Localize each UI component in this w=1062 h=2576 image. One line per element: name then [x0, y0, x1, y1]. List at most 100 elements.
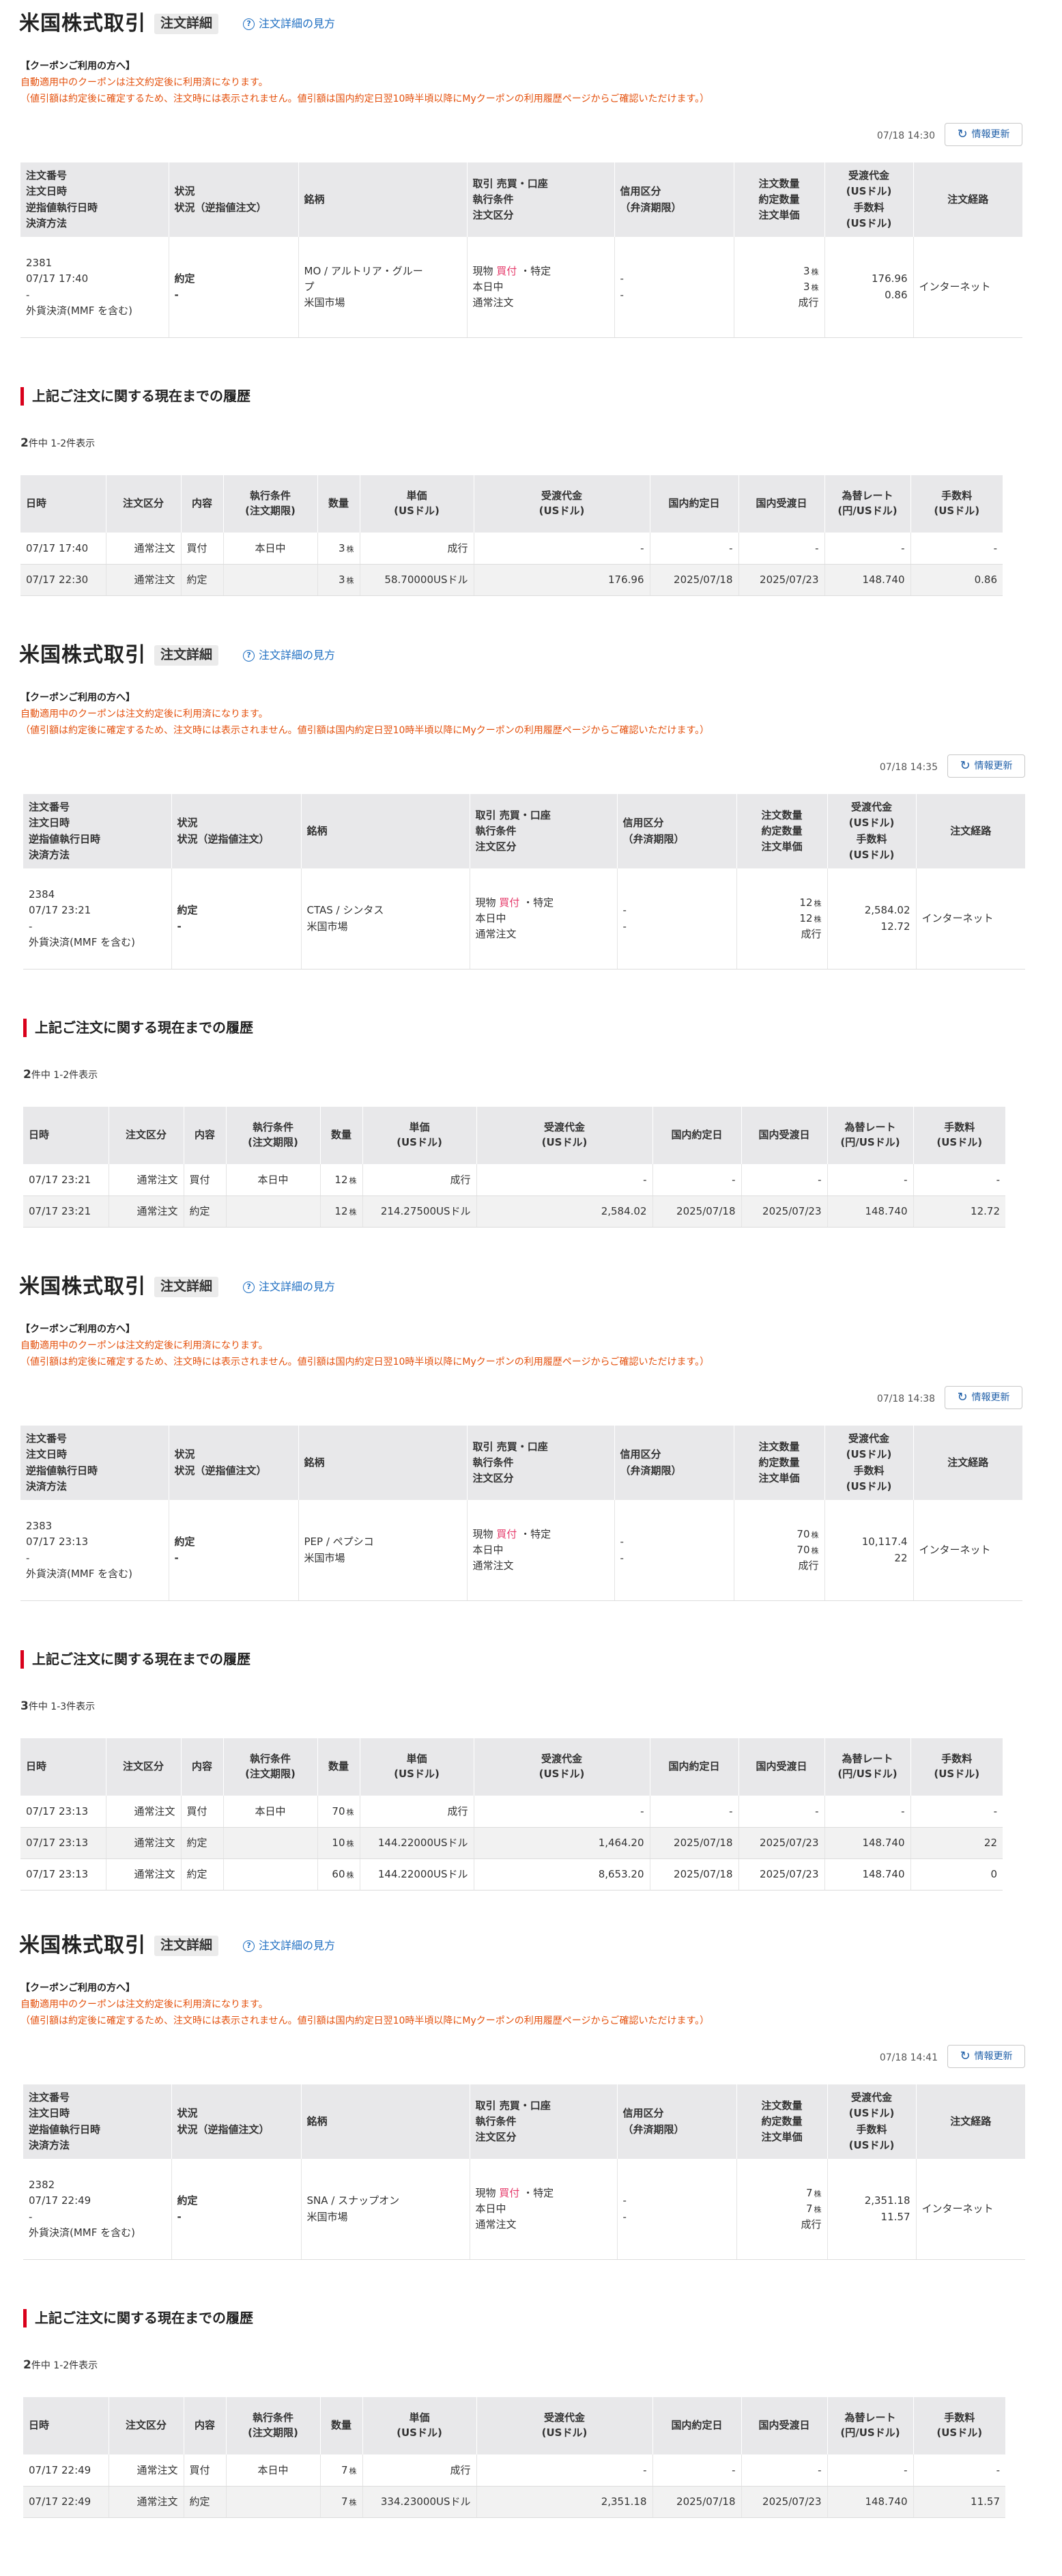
shares-unit: 株	[811, 267, 819, 277]
header-line: 注文数量	[761, 808, 803, 821]
header-line: 執行条件	[475, 2114, 517, 2127]
history-cell-exec-date: -	[652, 2454, 742, 2487]
header-line: 注文単価	[758, 1472, 800, 1485]
history-cell-cond: 本日中	[226, 1164, 321, 1196]
history-cell-price: 334.23000USドル	[362, 2486, 477, 2518]
order-status: 約定	[177, 2194, 198, 2207]
amount-header: 受渡代金 (USドル) 手数料 (USドル)	[827, 2084, 917, 2159]
history-cell-price: 成行	[362, 2454, 477, 2487]
history-row: 07/17 23:21 通常注文 約定 12 株 214.27500USドル 2,584.0…	[23, 1195, 1005, 1228]
header-line: 逆指値執行日時	[26, 201, 98, 214]
unit-price: 成行	[798, 1559, 819, 1572]
repay-deadline: -	[622, 2210, 627, 2223]
history-cell-content: 約定	[181, 1827, 224, 1859]
history-header-cell: 単価 (USドル)	[360, 1738, 474, 1796]
history-cell-amount: 8,653.20	[474, 1858, 650, 1891]
history-header-cell: 数量	[320, 1107, 363, 1164]
result-count-text: 件中 1-3件表示	[28, 1701, 96, 1712]
result-count-number: 2	[23, 1068, 31, 1081]
quantity-cell: 12 株 12 株 成行	[736, 868, 828, 969]
history-cell-type: 通常注文	[106, 1827, 182, 1859]
market-name: 米国市場	[306, 2210, 348, 2223]
header-line: 注文単価	[761, 2131, 803, 2144]
refresh-button-label: 情報更新	[974, 760, 1013, 772]
route-cell: インターネット	[913, 237, 1022, 338]
header-line: 執行条件	[472, 1456, 514, 1469]
history-header-cell: 手数料 (USドル)	[910, 475, 1003, 533]
settlement-method: 外貨決済(MMF を含む)	[29, 935, 135, 948]
order-table-header-row: 注文番号 注文日時 逆指値執行日時 決済方法 状況 状況（逆指値注文） 銘柄 取引 売買…	[23, 794, 1025, 868]
history-cell-cond	[226, 1195, 321, 1228]
history-cell-settle-date: -	[741, 2454, 828, 2487]
order-quantity-value: 70	[796, 1527, 810, 1540]
history-cell-fee: -	[913, 2454, 1005, 2487]
order-status: 約定	[174, 272, 195, 285]
order-type: 通常注文	[475, 928, 517, 941]
header-line: 取引 売買・口座	[472, 1440, 548, 1453]
shares-unit: 株	[814, 898, 822, 908]
refresh-button[interactable]: ↻ 情報更新	[945, 1386, 1022, 1409]
page: 米国株式取引 注文詳細 ? 注文詳細の見方 【クーポンご利用の方へ】 自動適用中の…	[0, 0, 1062, 2576]
status-header: 状況 状況（逆指値注文）	[169, 162, 299, 237]
history-header-cell: 国内約定日	[652, 2397, 742, 2454]
header-line: 注文区分	[472, 209, 514, 222]
refresh-button[interactable]: ↻ 情報更新	[945, 123, 1022, 146]
header-line: 逆指値執行日時	[29, 2123, 101, 2136]
page-title: 米国株式取引	[19, 1934, 146, 1957]
history-cell-settle-date: 2025/07/23	[738, 564, 825, 596]
header-line: 約定数量	[761, 824, 803, 837]
history-cell-dt: 07/17 17:40	[20, 533, 106, 565]
result-count-text: 件中 1-2件表示	[31, 2360, 98, 2371]
history-cell-amount: -	[474, 1796, 650, 1828]
header-line: 信用区分	[620, 1448, 661, 1461]
stop-exec-datetime: -	[29, 2210, 33, 2223]
credit-cell: - -	[614, 1500, 734, 1601]
order-table: 注文番号 注文日時 逆指値執行日時 決済方法 状況 状況（逆指値注文） 銘柄 取引 売買…	[23, 794, 1025, 969]
trade-header: 取引 売買・口座 執行条件 注文区分	[470, 2084, 618, 2159]
header-line: 受渡代金	[848, 169, 889, 182]
history-cell-cond	[226, 2486, 321, 2518]
header-line: (USドル)	[848, 817, 895, 830]
quantity-cell: 70 株 70 株 成行	[734, 1500, 825, 1601]
help-link-label: 注文詳細の見方	[259, 17, 336, 31]
refresh-button[interactable]: ↻ 情報更新	[947, 2045, 1025, 2068]
help-link[interactable]: ? 注文詳細の見方	[243, 1938, 335, 1953]
history-row: 07/17 17:40 通常注文 買付 本日中 3 株成行 - - - - -	[20, 533, 1003, 565]
history-row: 07/17 23:21 通常注文 買付 本日中 12 株成行 - - - - -	[23, 1164, 1005, 1196]
history-header-cell: 内容	[184, 2397, 227, 2454]
trade-header: 取引 売買・口座 執行条件 注文区分	[470, 794, 618, 868]
history-cell-qty: 7株	[320, 2454, 363, 2487]
history-cell-settle-date: 2025/07/23	[738, 1827, 825, 1859]
route-cell: インターネット	[916, 868, 1025, 969]
settlement-amount: 2,351.18	[864, 2194, 910, 2207]
shares-unit: 株	[814, 914, 822, 924]
settlement-amount: 176.96	[872, 272, 908, 285]
credit-header: 信用区分 （弁済期限）	[614, 162, 734, 237]
history-cell-content: 約定	[181, 564, 224, 596]
order-number: 2384	[29, 888, 55, 901]
help-link[interactable]: ? 注文詳細の見方	[243, 1279, 335, 1294]
question-circle-icon: ?	[243, 18, 255, 30]
history-header-cell: 受渡代金 (USドル)	[476, 1107, 653, 1164]
help-link[interactable]: ? 注文詳細の見方	[243, 648, 335, 663]
history-header-cell: 国内約定日	[650, 475, 739, 533]
history-cell-dt: 07/17 22:49	[23, 2454, 109, 2487]
history-cell-dt: 07/17 23:21	[23, 1164, 109, 1196]
status-cell: 約定 -	[171, 2159, 302, 2260]
refresh-button[interactable]: ↻ 情報更新	[947, 754, 1025, 778]
history-header-cell: 国内約定日	[650, 1738, 739, 1796]
stock-header: 銘柄	[301, 794, 470, 868]
header-line: 注文数量	[758, 177, 800, 190]
update-timestamp: 07/18 14:30	[876, 130, 935, 141]
header-line: 手数料	[853, 1464, 885, 1477]
order-quantity-value: 3	[803, 264, 810, 277]
header-line: 注文数量	[758, 1440, 800, 1453]
exec-condition: 本日中	[472, 280, 504, 293]
history-header-cell: 為替レート (円/USドル)	[827, 1107, 914, 1164]
header-line: 状況（逆指値注文）	[177, 832, 270, 845]
quantity-header: 注文数量 約定数量 注文単価	[736, 2084, 828, 2159]
help-link[interactable]: ? 注文詳細の見方	[243, 16, 335, 31]
order-route: インターネット	[919, 1543, 991, 1556]
history-cell-rate: 148.740	[824, 564, 911, 596]
order-datetime: 07/17 23:13	[26, 1535, 89, 1548]
